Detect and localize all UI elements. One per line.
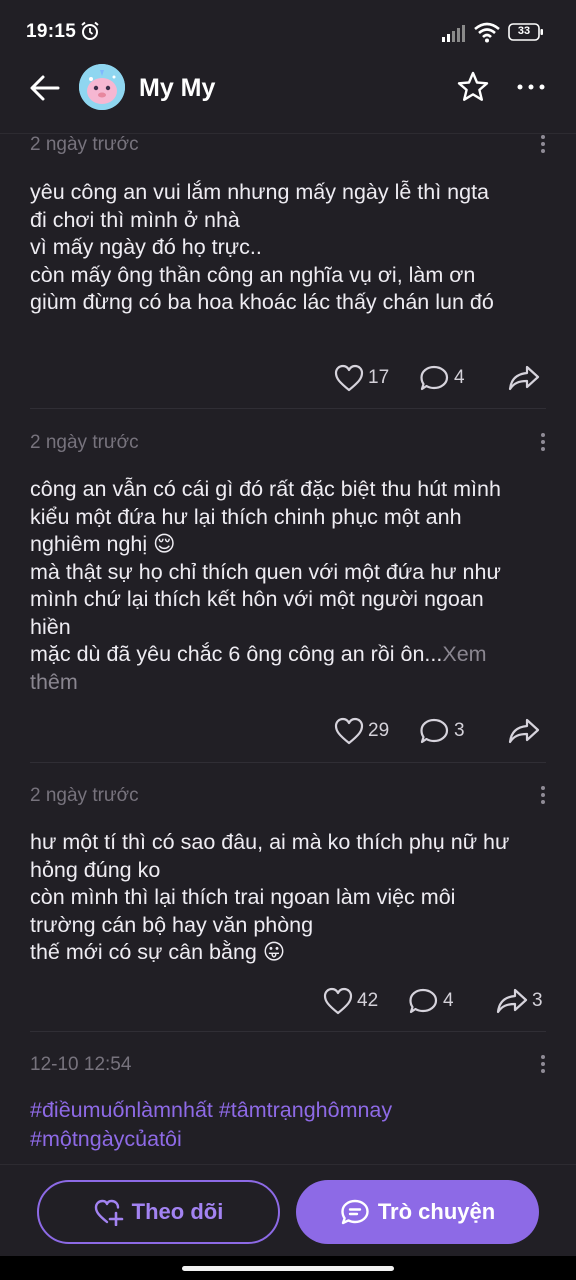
post-hashtags[interactable]: #điềumuốnlàmnhất #tâmtrạnghômnay #mộtngà… [30, 1096, 550, 1154]
share-icon [508, 718, 540, 744]
profile-header: My My [0, 60, 576, 134]
status-time: 19:15 [26, 21, 77, 42]
chat-bubble-icon [341, 1199, 369, 1225]
avatar[interactable] [79, 64, 125, 110]
post-text: hư một tí thì có sao đâu, ai mà ko thích… [30, 830, 510, 964]
post-time: 2 ngày trước [30, 134, 139, 155]
post-divider [30, 1031, 546, 1032]
like-count: 17 [368, 367, 390, 388]
bottom-action-bar: Theo dõi Trò chuyện [0, 1164, 576, 1256]
home-indicator[interactable] [182, 1266, 394, 1271]
heart-icon [334, 717, 364, 745]
like-count: 29 [368, 720, 390, 741]
post-time: 12-10 12:54 [30, 1054, 132, 1075]
chat-button[interactable]: Trò chuyện [296, 1180, 539, 1244]
like-button[interactable]: 42 [323, 986, 378, 1016]
battery-level: 33 [517, 25, 531, 37]
comment-button[interactable]: 4 [420, 363, 465, 393]
avatar-image [79, 64, 125, 110]
heart-plus-icon [94, 1199, 123, 1226]
like-button[interactable]: 29 [334, 716, 389, 746]
back-arrow-icon[interactable] [28, 71, 62, 105]
comment-icon [409, 988, 438, 1014]
chat-label: Trò chuyện [377, 1199, 496, 1224]
share-icon [496, 988, 528, 1014]
signal-icon [442, 25, 465, 42]
alarm-icon [81, 21, 99, 40]
follow-button[interactable]: Theo dõi [37, 1180, 280, 1244]
comment-icon [420, 365, 449, 391]
post-divider [30, 762, 546, 763]
share-button[interactable] [508, 716, 540, 746]
heart-icon [323, 987, 353, 1015]
status-bar: 19:15 33 [0, 0, 576, 60]
wifi-icon [474, 22, 500, 43]
share-icon [508, 365, 540, 391]
share-button[interactable]: 3 [496, 986, 543, 1016]
profile-name: My My [139, 74, 216, 102]
heart-icon [334, 364, 364, 392]
comment-count: 4 [454, 367, 465, 388]
post-time: 2 ngày trước [30, 785, 139, 806]
like-count: 42 [357, 990, 379, 1011]
more-horizontal-icon[interactable] [514, 72, 548, 102]
post-divider [30, 408, 546, 409]
comment-count: 4 [443, 990, 454, 1011]
post-more-icon[interactable] [538, 786, 548, 808]
post-more-icon[interactable] [538, 135, 548, 157]
star-icon[interactable] [456, 70, 490, 104]
comment-icon [420, 718, 449, 744]
comment-button[interactable]: 3 [420, 716, 465, 746]
share-button[interactable] [508, 363, 540, 393]
post-text-content: công an vẫn có cái gì đó rất đặc biệt th… [30, 477, 501, 666]
comment-button[interactable]: 4 [409, 986, 454, 1016]
post-time: 2 ngày trước [30, 432, 139, 453]
follow-label: Theo dõi [131, 1199, 224, 1224]
comment-count: 3 [454, 720, 465, 741]
post-more-icon[interactable] [538, 1055, 548, 1077]
like-button[interactable]: 17 [334, 363, 389, 393]
post-more-icon[interactable] [538, 433, 548, 455]
post-text: yêu công an vui lắm nhưng mấy ngày lễ th… [30, 180, 494, 314]
post-text: công an vẫn có cái gì đó rất đặc biệt th… [30, 476, 550, 696]
share-count: 3 [532, 990, 543, 1011]
